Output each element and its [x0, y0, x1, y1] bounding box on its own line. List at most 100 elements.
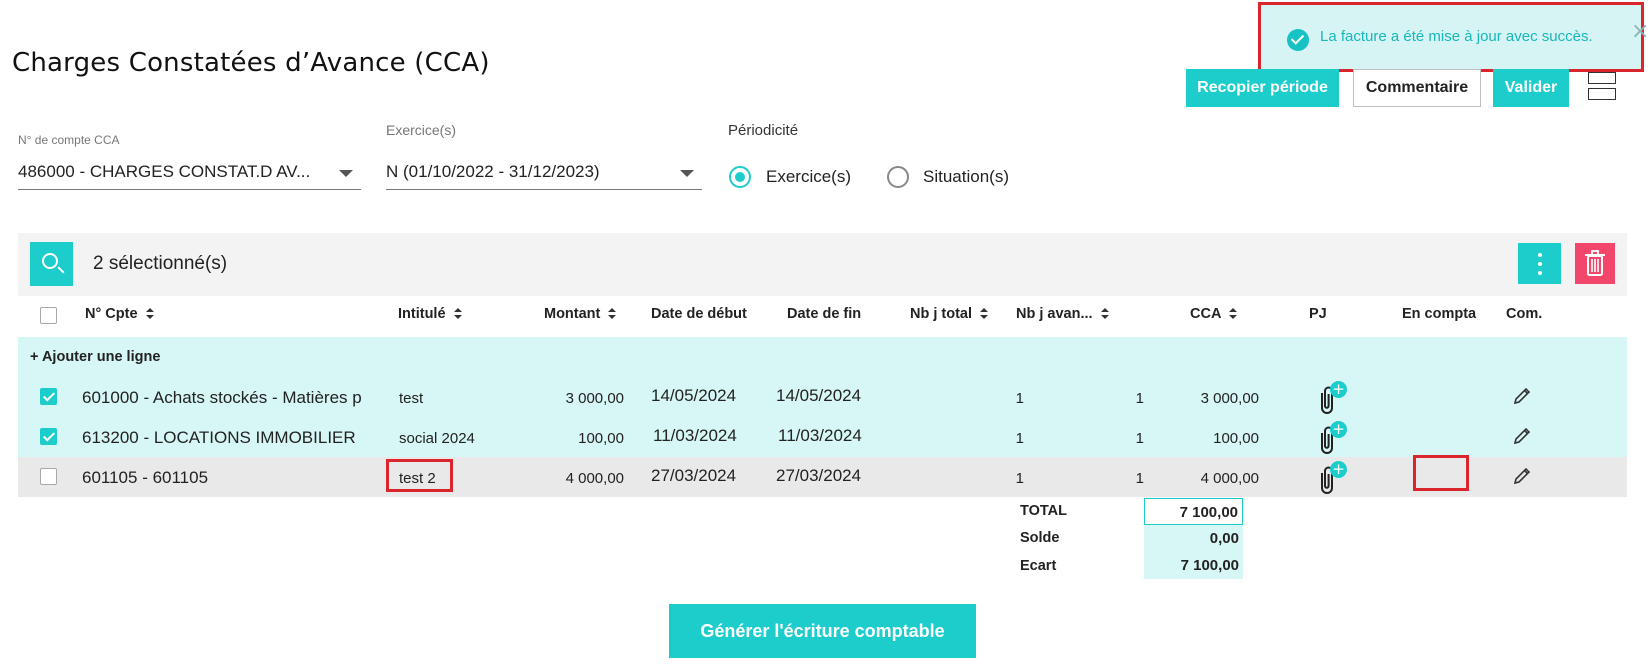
cell-date-fin[interactable]: 11/03/2024	[778, 426, 862, 446]
exercice-label: Exercice(s)	[386, 122, 457, 138]
col-nbj-avance[interactable]: Nb j avan...	[1016, 306, 1109, 322]
chevron-down-icon	[339, 170, 353, 177]
solde-value: 0,00	[1144, 525, 1243, 552]
row-checkbox[interactable]	[40, 388, 57, 405]
sort-icon	[608, 308, 617, 319]
cell-intitule[interactable]: social 2024	[399, 430, 475, 447]
col-cca[interactable]: CCA	[1190, 306, 1238, 322]
success-toast: La facture a été mise à jour avec succès…	[1258, 2, 1649, 72]
table-row[interactable]: 601105 - 601105 test 2 4 000,00 27/03/20…	[18, 457, 1627, 497]
cell-cpte: 613200 - LOCATIONS IMMOBILIER	[82, 428, 356, 447]
cell-nbj-total: 1	[1015, 470, 1024, 487]
col-nbj-total-label: Nb j total	[910, 306, 973, 322]
cell-date-debut[interactable]: 14/05/2024	[651, 386, 736, 406]
recopier-periode-button[interactable]: Recopier période	[1186, 69, 1339, 107]
table-toolbar: 2 sélectionné(s)	[18, 233, 1627, 296]
attachment-button[interactable]: +	[1316, 421, 1347, 454]
search-icon	[42, 253, 58, 269]
highlight-en-compta-box	[1413, 455, 1469, 491]
attachment-button[interactable]: +	[1316, 461, 1347, 494]
cell-montant[interactable]: 4 000,00	[518, 470, 624, 487]
more-options-button[interactable]	[1518, 243, 1561, 284]
row-checkbox[interactable]	[40, 428, 57, 445]
col-intitule[interactable]: Intitulé	[398, 306, 462, 322]
close-icon[interactable]: ×	[1631, 21, 1649, 43]
periodicite-label: Périodicité	[728, 122, 799, 139]
row-checkbox[interactable]	[40, 468, 57, 485]
cell-montant[interactable]: 3 000,00	[518, 390, 624, 407]
cell-date-fin[interactable]: 27/03/2024	[776, 466, 861, 486]
col-cpte-label: N° Cpte	[85, 306, 138, 322]
commentaire-button[interactable]: Commentaire	[1353, 69, 1481, 107]
sort-icon	[1100, 308, 1109, 319]
sort-icon	[453, 308, 462, 319]
col-nbj-total[interactable]: Nb j total	[910, 306, 989, 322]
select-all-checkbox[interactable]	[40, 307, 57, 324]
col-montant[interactable]: Montant	[544, 306, 617, 322]
col-intitule-label: Intitulé	[398, 306, 446, 322]
page-title: Charges Constatées d’Avance (CCA)	[12, 48, 490, 78]
edit-comment-button[interactable]	[1512, 426, 1532, 446]
total-label: TOTAL	[1020, 503, 1067, 519]
trash-icon	[1585, 250, 1605, 276]
cell-cpte: 601105 - 601105	[82, 468, 209, 487]
selected-count: 2 sélectionné(s)	[93, 253, 228, 274]
toast-message: La facture a été mise à jour avec succès…	[1320, 28, 1593, 45]
radio-situation[interactable]	[887, 166, 909, 188]
compte-value: 486000 - CHARGES CONSTAT.D AV...	[18, 162, 311, 181]
ecart-value: 7 100,00	[1144, 552, 1243, 579]
check-circle-icon	[1287, 29, 1309, 51]
col-en-compta: En compta	[1402, 306, 1477, 322]
pencil-icon	[1513, 467, 1531, 485]
highlight-intitule-box	[386, 459, 453, 492]
table-row[interactable]: 601000 - Achats stockés - Matières p tes…	[18, 377, 1627, 417]
cell-nbj-total: 1	[1015, 430, 1024, 447]
delete-button[interactable]	[1575, 243, 1615, 284]
cell-cca: 100,00	[1213, 430, 1259, 447]
col-com: Com.	[1506, 306, 1543, 322]
cell-intitule[interactable]: test	[399, 390, 423, 407]
col-cca-label: CCA	[1190, 306, 1222, 322]
layout-toggle-icon[interactable]	[1588, 72, 1616, 100]
dot	[1538, 262, 1542, 266]
search-icon-handle	[57, 266, 65, 274]
pencil-icon	[1513, 387, 1531, 405]
pencil-icon	[1513, 427, 1531, 445]
valider-button[interactable]: Valider	[1493, 69, 1569, 107]
dot	[1538, 271, 1542, 275]
cell-nbj-avance: 1	[1135, 430, 1144, 447]
ecart-label: Ecart	[1020, 558, 1057, 574]
dot	[1538, 253, 1542, 257]
add-line-button[interactable]: + Ajouter une ligne	[18, 337, 1627, 377]
edit-comment-button[interactable]	[1512, 386, 1532, 406]
cell-cca: 4 000,00	[1200, 470, 1259, 487]
radio-situation-label[interactable]: Situation(s)	[923, 167, 1009, 187]
cell-date-debut[interactable]: 11/03/2024	[653, 426, 737, 446]
table-row[interactable]: 613200 - LOCATIONS IMMOBILIER social 202…	[18, 417, 1627, 457]
add-line-label: + Ajouter une ligne	[30, 349, 161, 365]
col-cpte[interactable]: N° Cpte	[85, 306, 154, 322]
edit-comment-button[interactable]	[1512, 466, 1532, 486]
sort-icon	[980, 308, 989, 319]
plus-icon: +	[1330, 421, 1347, 438]
radio-exercice[interactable]	[729, 166, 751, 188]
col-nbj-avance-label: Nb j avan...	[1016, 306, 1093, 322]
cell-cpte: 601000 - Achats stockés - Matières p	[82, 388, 362, 407]
cell-nbj-total: 1	[1015, 390, 1024, 407]
attachment-button[interactable]: +	[1316, 381, 1347, 414]
radio-exercice-label[interactable]: Exercice(s)	[766, 167, 851, 187]
sort-icon	[1229, 308, 1238, 319]
total-value: 7 100,00	[1144, 498, 1243, 525]
search-button[interactable]	[30, 242, 73, 286]
cell-date-fin[interactable]: 14/05/2024	[776, 386, 861, 406]
cell-cca: 3 000,00	[1200, 390, 1259, 407]
generate-entry-button[interactable]: Générer l'écriture comptable	[669, 604, 976, 658]
cell-date-debut[interactable]: 27/03/2024	[651, 466, 736, 486]
plus-icon: +	[1330, 461, 1347, 478]
chevron-down-icon	[680, 170, 694, 177]
cell-montant[interactable]: 100,00	[518, 430, 624, 447]
compte-select[interactable]: 486000 - CHARGES CONSTAT.D AV...	[18, 156, 361, 190]
exercice-select[interactable]: N (01/10/2022 - 31/12/2023)	[386, 156, 702, 190]
sort-icon	[145, 308, 154, 319]
compte-label: N° de compte CCA	[18, 133, 120, 147]
